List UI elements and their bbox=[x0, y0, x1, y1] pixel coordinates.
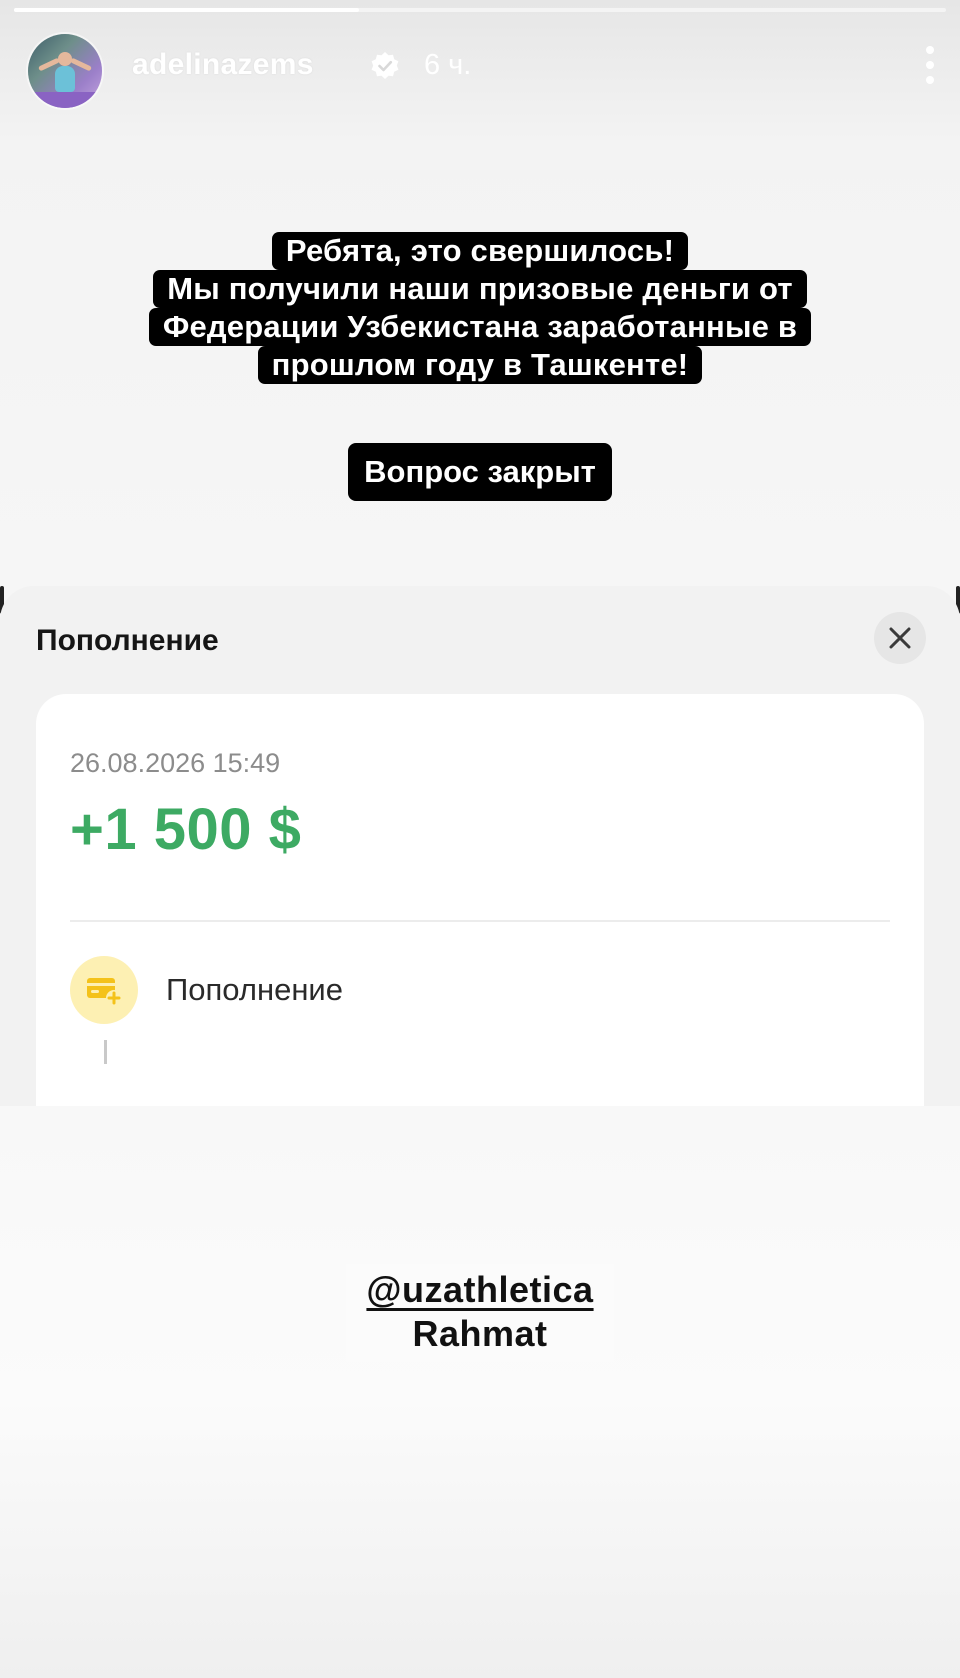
timeline-mark bbox=[104, 1040, 107, 1064]
mention-text: Rahmat bbox=[412, 1313, 548, 1354]
story-progress-bar bbox=[14, 8, 946, 12]
caption-line: прошлом году в Ташкенте! bbox=[257, 346, 703, 384]
caption-closed-wrap: Вопрос закрыт bbox=[0, 443, 960, 501]
caption-line: Мы получили наши призовые деньги от bbox=[153, 270, 807, 308]
mention-handle[interactable]: @uzathletica bbox=[366, 1268, 593, 1312]
transaction-amount: +1 500 $ bbox=[70, 797, 302, 862]
more-options-icon[interactable] bbox=[920, 46, 940, 84]
close-icon bbox=[889, 627, 911, 649]
question-closed-text: Вопрос закрыт bbox=[348, 443, 612, 501]
card-plus-icon bbox=[87, 978, 122, 1006]
sheet-title: Пополнение bbox=[36, 624, 219, 657]
story-time: 6 ч. bbox=[424, 49, 472, 81]
caption-line: Федерации Узбекистана заработанные в bbox=[148, 308, 812, 346]
mention-sticker[interactable]: @uzathletica Rahmat bbox=[0, 1264, 960, 1362]
story-viewer[interactable]: adelinazems 6 ч. Ребята, это свершилось!… bbox=[0, 0, 960, 1678]
username[interactable]: adelinazems bbox=[132, 48, 314, 82]
transaction-screenshot: Пополнение 26.08.2026 15:49 +1 500 $ Поп… bbox=[0, 586, 960, 1106]
operation-icon-wrap bbox=[70, 956, 138, 1024]
story-progress-fill bbox=[14, 8, 359, 12]
close-button[interactable] bbox=[874, 612, 926, 664]
transaction-card: 26.08.2026 15:49 +1 500 $ Пополнение bbox=[36, 694, 924, 1106]
operation-label: Пополнение bbox=[166, 972, 343, 1007]
avatar[interactable] bbox=[28, 34, 102, 108]
divider bbox=[70, 920, 890, 922]
story-caption: Ребята, это свершилось! Мы получили наши… bbox=[0, 232, 960, 384]
story-header: adelinazems 6 ч. bbox=[28, 32, 940, 108]
mention-box[interactable]: @uzathletica Rahmat bbox=[346, 1264, 614, 1362]
transaction-datetime: 26.08.2026 15:49 bbox=[70, 748, 281, 778]
caption-line: Ребята, это свершилось! bbox=[271, 232, 689, 270]
verified-badge-icon bbox=[371, 52, 399, 79]
